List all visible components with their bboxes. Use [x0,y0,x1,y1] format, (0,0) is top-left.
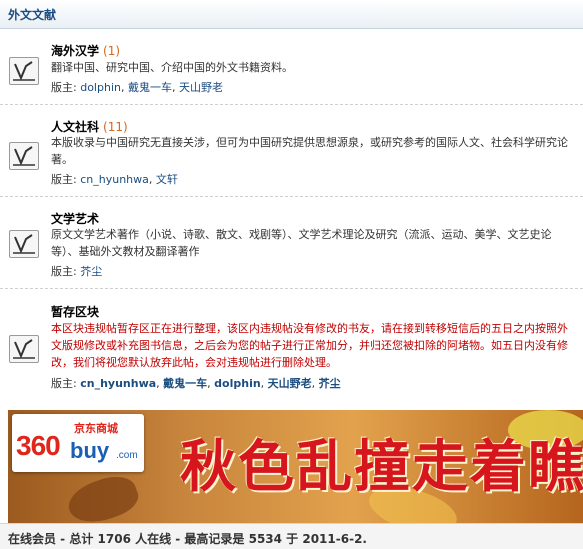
moderators-label: 版主: [51,81,77,94]
moderator-link[interactable]: 芥尘 [80,265,102,278]
forum-name[interactable]: 文学艺术 [51,212,99,226]
moderator-link[interactable]: 芥尘 [319,377,341,390]
section-title: 外文文献 [8,8,57,22]
forum-moderators: 版主: 芥尘 [51,263,102,279]
thread-count: (1) [103,44,121,58]
forum-moderators: 版主: dolphin, 戴鬼一车, 天山野老 [51,81,223,94]
forum-book-icon[interactable] [9,335,39,363]
moderators-label: 版主: [51,173,77,186]
forum-book-icon[interactable] [9,142,39,170]
forum-title[interactable]: 暂存区块 [51,303,99,320]
brand-word: buy [70,438,110,463]
forum-book-icon[interactable] [9,57,39,85]
forum-description: 本区块违规帖暂存区正在进行整理，该区内违规帖没有修改的书友，请在接到转移短信后的… [51,322,568,369]
forum-description: 翻译中国、研究中国、介绍中国的外文书籍资料。 [51,61,293,74]
forum-row: 暂存区块 本区块违规帖暂存区正在进行整理，该区内违规帖没有修改的书友，请在接到转… [0,289,583,402]
online-members-bar: 在线会员 - 总计 1706 人在线 - 最高记录是 5534 于 2011-6… [0,523,583,549]
forum-description: 原文文学艺术著作（小说、诗歌、散文、戏剧等）、文学艺术理论及研究（流派、运动、美… [51,228,552,258]
forum-description: 本版收录与中国研究无直接关涉，但可为中国研究提供思想源泉，或研究参考的国际人文、… [51,136,568,166]
moderator-link[interactable]: 天山野老 [179,81,223,94]
forum-moderators: 版主: cn_hyunhwa, 戴鬼一车, dolphin, 天山野老, 芥尘 [51,377,341,390]
forum-row: 文学艺术 原文文学艺术著作（小说、诗歌、散文、戏剧等）、文学艺术理论及研究（流派… [0,197,583,289]
brand-number: 360 [16,430,61,461]
moderators-label: 版主: [51,377,77,390]
forum-title[interactable]: 文学艺术 [51,210,99,227]
forum-moderators: 版主: cn_hyunhwa, 文轩 [51,173,178,186]
moderators-label: 版主: [51,265,77,278]
forum-book-icon[interactable] [9,230,39,258]
brand-domain: .com [116,450,138,461]
forum-title[interactable]: 人文社科 (11) [51,118,128,135]
forum-name[interactable]: 海外汉学 [51,44,99,58]
brand-logo[interactable]: 京东商城 360 buy .com [12,414,144,472]
forum-row: 人文社科 (11) 本版收录与中国研究无直接关涉，但可为中国研究提供思想源泉，或研… [0,105,583,197]
forum-name[interactable]: 暂存区块 [51,305,99,319]
forum-name[interactable]: 人文社科 [51,120,99,134]
banner-slogan: 秋色乱撞走着瞧 [180,434,583,500]
forum-title[interactable]: 海外汉学 (1) [51,42,120,59]
moderator-link[interactable]: 戴鬼一车 [128,81,172,94]
online-stats-text[interactable]: 在线会员 - 总计 1706 人在线 - 最高记录是 5534 于 2011-6… [8,530,367,547]
moderator-link[interactable]: cn_hyunhwa [80,377,156,390]
moderator-link[interactable]: 天山野老 [268,377,312,390]
moderator-link[interactable]: cn_hyunhwa [80,173,149,186]
moderator-link[interactable]: dolphin [214,377,261,390]
brand-cn-name: 京东商城 [74,422,118,435]
ad-banner[interactable]: 京东商城 360 buy .com 秋色乱撞走着瞧 [8,410,583,523]
moderator-link[interactable]: 文轩 [156,173,178,186]
moderator-link[interactable]: dolphin [80,81,121,94]
leaf-decoration [63,469,143,523]
section-header: 外文文献 [0,0,583,29]
moderator-link[interactable]: 戴鬼一车 [163,377,207,390]
forum-row: 海外汉学 (1) 翻译中国、研究中国、介绍中国的外文书籍资料。 版主: dolph… [0,29,583,105]
thread-count: (11) [103,120,128,134]
